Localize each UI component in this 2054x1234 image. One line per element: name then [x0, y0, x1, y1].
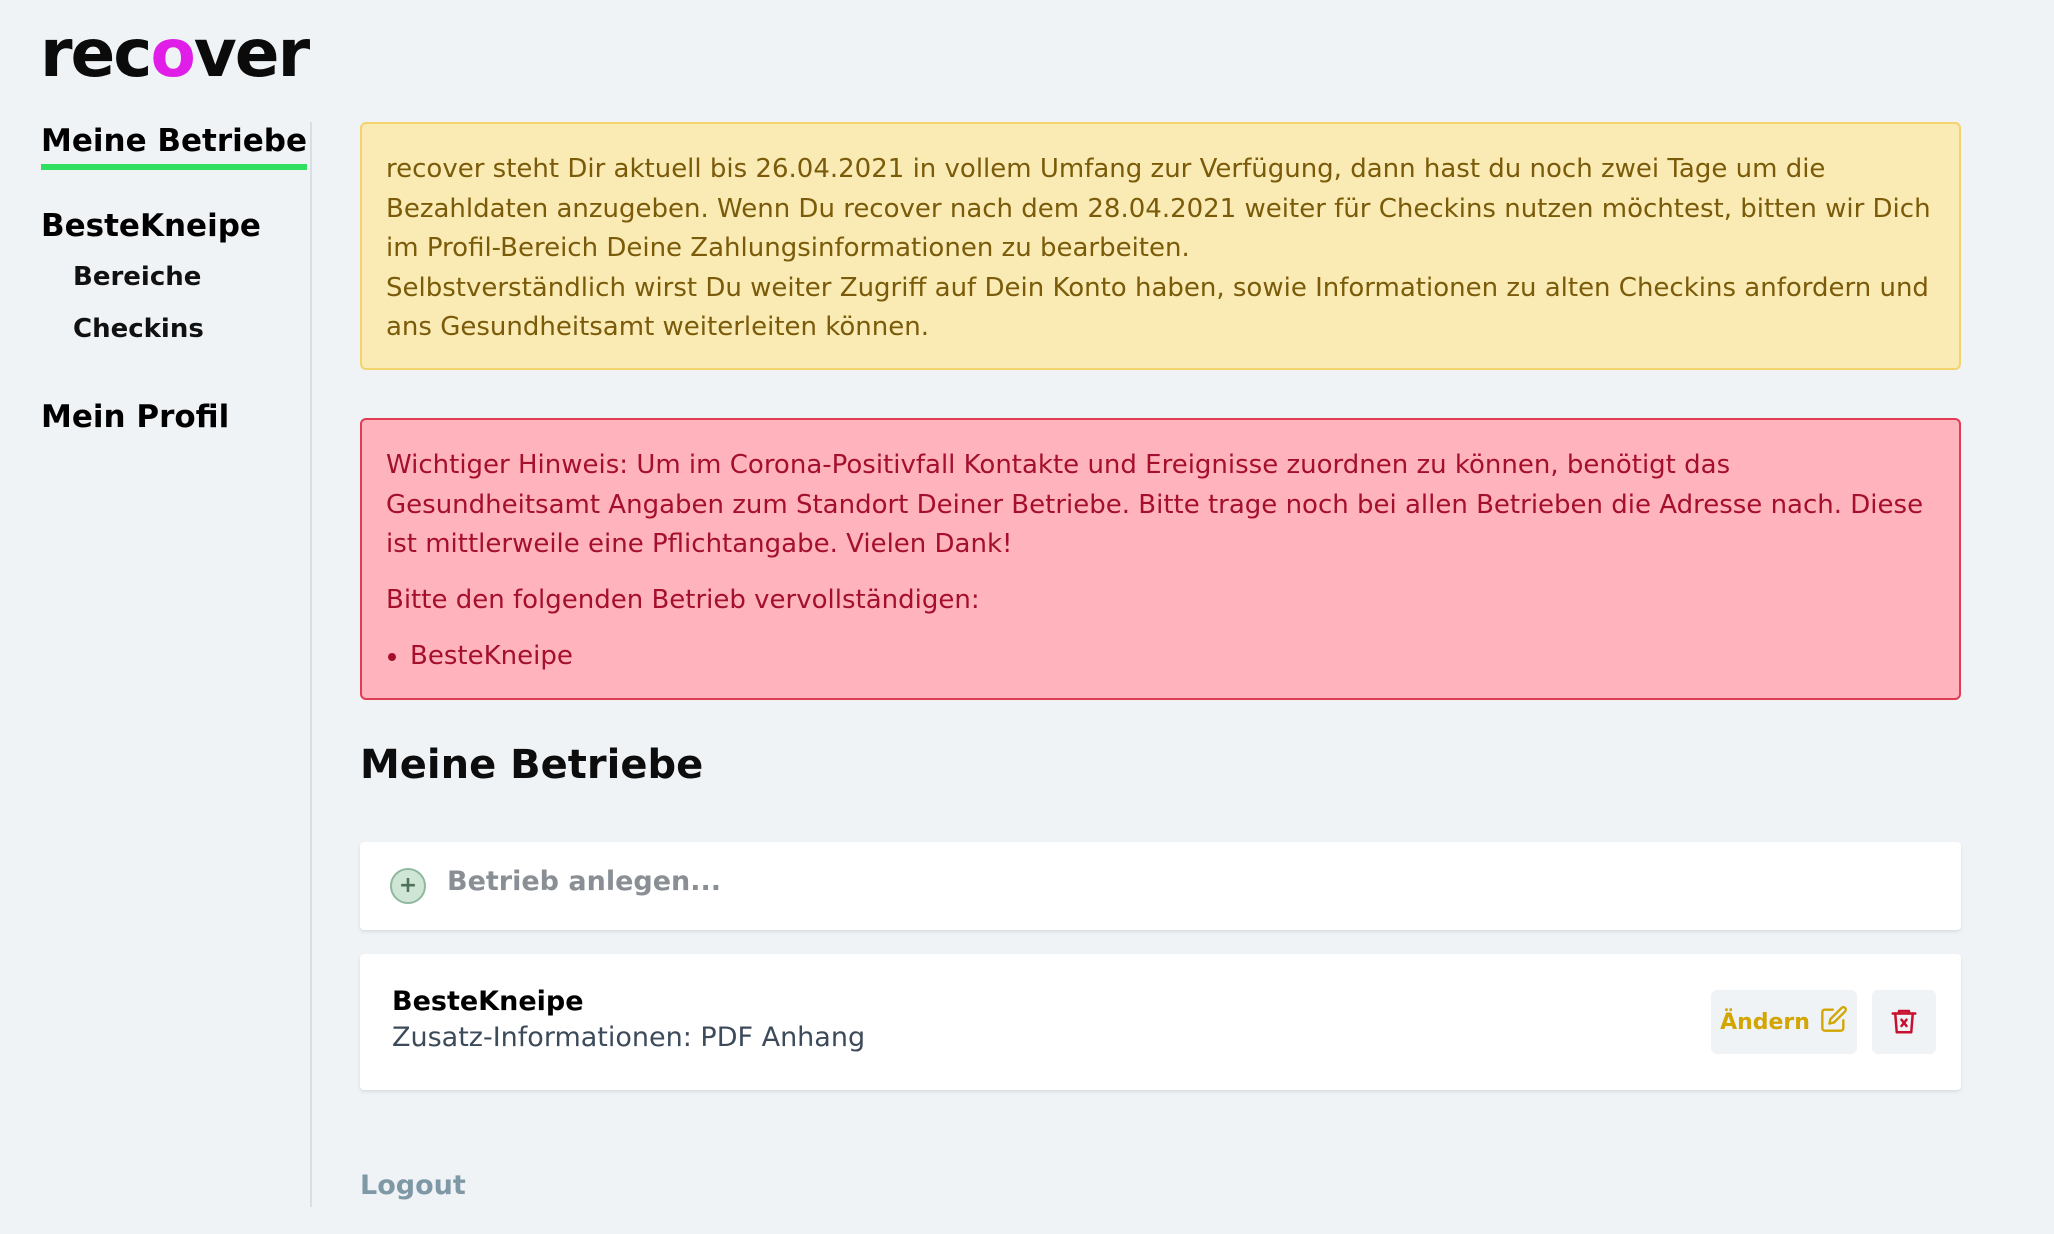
- add-venue-label: Betrieb anlegen...: [447, 866, 722, 897]
- sidebar-item-bestekneipe[interactable]: BesteKneipe: [41, 203, 261, 249]
- payment-warning-alert: recover steht Dir aktuell bis 26.04.2021…: [360, 122, 1961, 370]
- address-required-alert: Wichtiger Hinweis: Um im Corona-Positivf…: [360, 418, 1961, 700]
- sidebar: Meine Betriebe BesteKneipe Bereiche Chec…: [0, 0, 310, 1234]
- incomplete-venues-list: BesteKneipe: [386, 636, 1935, 676]
- trash-icon: [1889, 1006, 1919, 1039]
- page-title: Meine Betriebe: [360, 742, 704, 788]
- danger-text: Wichtiger Hinweis: Um im Corona-Positivf…: [386, 450, 1924, 559]
- sidebar-item-checkins[interactable]: Checkins: [73, 314, 204, 344]
- warning-text-1: recover steht Dir aktuell bis 26.04.2021…: [386, 154, 1931, 263]
- main-content: recover steht Dir aktuell bis 26.04.2021…: [360, 122, 1961, 1201]
- sidebar-item-bereiche[interactable]: Bereiche: [73, 262, 201, 292]
- delete-venue-button[interactable]: [1872, 990, 1936, 1054]
- venue-info: Zusatz-Informationen: PDF Anhang: [392, 1022, 866, 1053]
- plus-circle-icon: +: [390, 868, 426, 904]
- add-venue-button[interactable]: + Betrieb anlegen...: [360, 842, 1961, 930]
- warning-text-2: Selbstverständlich wirst Du weiter Zugri…: [386, 272, 1929, 343]
- danger-prompt: Bitte den folgenden Betrieb vervollständ…: [386, 584, 980, 615]
- sidebar-item-meine-betriebe[interactable]: Meine Betriebe: [41, 118, 308, 170]
- edit-button-label: Ändern: [1720, 1009, 1810, 1035]
- venue-card: BesteKneipe Zusatz-Informationen: PDF An…: [360, 954, 1961, 1090]
- edit-pencil-icon: [1820, 1005, 1848, 1039]
- incomplete-venue-item: BesteKneipe: [410, 636, 1935, 676]
- venue-name: BesteKneipe: [392, 986, 584, 1017]
- logout-link[interactable]: Logout: [360, 1170, 466, 1201]
- edit-venue-button[interactable]: Ändern: [1711, 990, 1857, 1054]
- sidebar-divider: [310, 122, 312, 1207]
- sidebar-item-mein-profil[interactable]: Mein Profil: [41, 394, 229, 440]
